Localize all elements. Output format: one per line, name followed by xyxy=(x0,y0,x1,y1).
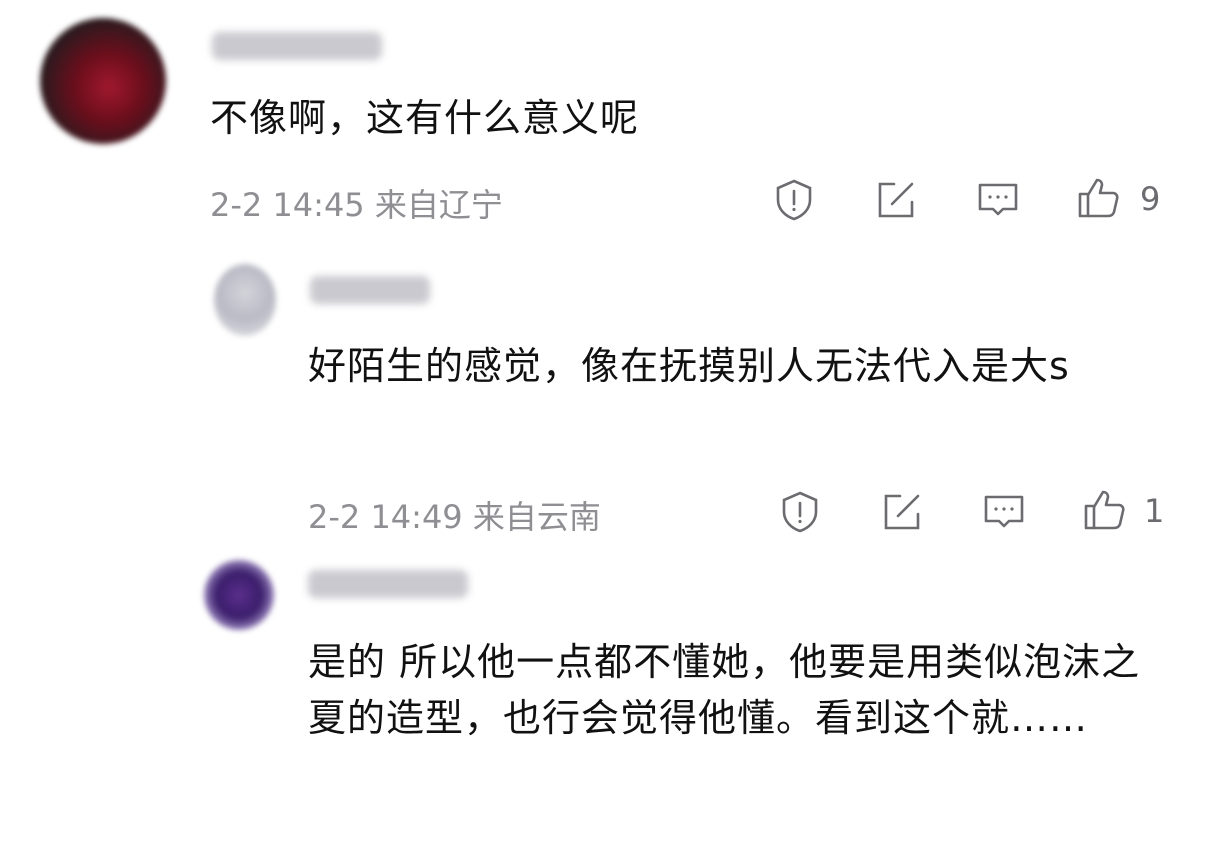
username-blurred[interactable] xyxy=(310,276,430,304)
avatar[interactable] xyxy=(40,18,166,144)
share-edit-icon[interactable] xyxy=(874,178,918,222)
reply-comment-icon[interactable] xyxy=(982,490,1026,534)
thumbs-up-icon[interactable] xyxy=(1082,488,1126,532)
report-icon[interactable] xyxy=(778,490,822,534)
username-blurred[interactable] xyxy=(308,570,468,598)
avatar[interactable] xyxy=(204,560,274,630)
reply-comment-icon[interactable] xyxy=(976,178,1020,222)
like-count: 1 xyxy=(1144,492,1165,530)
like-count: 9 xyxy=(1140,180,1161,218)
report-icon[interactable] xyxy=(772,178,816,222)
comment-text: 是的 所以他一点都不懂她，他要是用类似泡沫之夏的造型，也行会觉得他懂。看到这个就… xyxy=(308,640,1141,740)
avatar[interactable] xyxy=(214,264,276,336)
thumbs-up-icon[interactable] xyxy=(1076,176,1120,220)
username-blurred[interactable] xyxy=(212,32,382,60)
comment-meta: 2-2 14:49 来自云南 xyxy=(308,498,601,536)
share-edit-icon[interactable] xyxy=(880,490,924,534)
comment-text: 不像啊，这有什么意义呢 xyxy=(210,96,640,140)
comment-text: 好陌生的感觉，像在抚摸别人无法代入是大s xyxy=(308,344,1070,388)
comment-meta: 2-2 14:45 来自辽宁 xyxy=(210,186,503,224)
